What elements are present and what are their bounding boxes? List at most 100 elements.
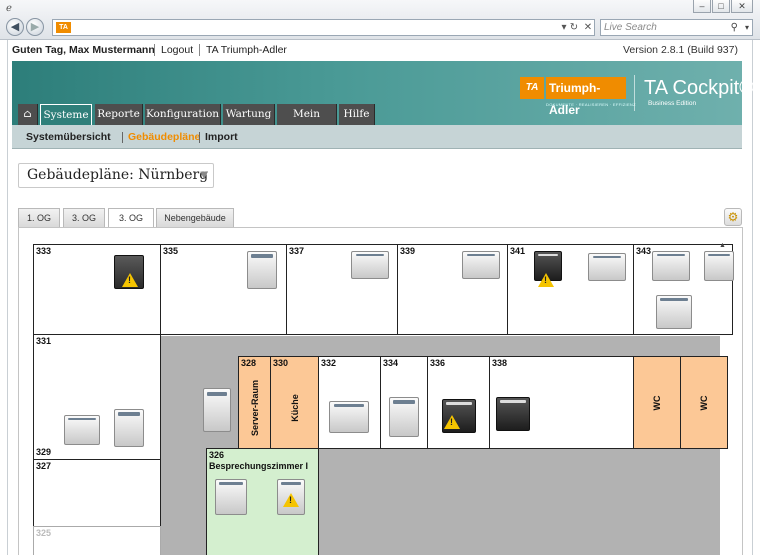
room-number: 327 (36, 461, 52, 471)
floor-tab-1og[interactable]: 1. OG (18, 208, 60, 227)
room-number-329: 329 (36, 447, 52, 457)
divider (122, 132, 123, 143)
room-number: 328 (241, 358, 257, 368)
browser-chrome: ℯ – □ ✕ ◀ ▶ TA ▾ ↻ ✕ Live Search ⚲ ▾ (0, 0, 760, 40)
logo-tagline: DOKUMENTE · REALISIEREN · EFFIZIENZ (546, 102, 636, 107)
room-number: 341 (510, 246, 526, 256)
printer-icon[interactable] (203, 388, 231, 432)
stop-icon[interactable]: ✕ (580, 19, 596, 36)
printer-icon[interactable] (462, 251, 500, 279)
room-number: 333 (36, 246, 52, 256)
room-number: 339 (400, 246, 416, 256)
printer-icon[interactable] (656, 295, 692, 329)
tab-konfiguration[interactable]: Konfiguration (145, 104, 221, 125)
room-332[interactable]: 332 (318, 356, 381, 449)
sub-nav: Systemübersicht Gebäudepläne Import (12, 125, 742, 149)
room-343[interactable]: 343 (633, 244, 734, 335)
logout-link[interactable]: Logout (161, 44, 193, 56)
room-number: 336 (430, 358, 446, 368)
close-window-button[interactable]: ✕ (731, 0, 753, 13)
warning-icon (283, 493, 299, 507)
ta-logo-badge: TA (520, 77, 544, 99)
subnav-gebaeudeplaene[interactable]: Gebäudepläne (128, 131, 200, 143)
floor-tab-3og-a[interactable]: 3. OG (63, 208, 105, 227)
room-number: 325 (36, 528, 52, 538)
divider (154, 44, 155, 56)
printer-icon[interactable] (496, 397, 530, 431)
product-edition: Business Edition (648, 100, 697, 107)
printer-icon[interactable] (652, 251, 690, 281)
divider (199, 132, 200, 143)
room-330[interactable]: 330 Küche (270, 356, 319, 449)
tab-hilfe[interactable]: Hilfe (339, 104, 375, 125)
room-331[interactable]: 331 329 (33, 334, 161, 460)
user-bar: Guten Tag, Max Mustermann Logout TA Triu… (12, 42, 742, 60)
room-number: 334 (383, 358, 399, 368)
search-dropdown-icon[interactable]: ▾ (745, 20, 749, 35)
floor-plan: 333 335 337 339 341 343 331 329 327 325 (18, 227, 743, 555)
plan-select[interactable]: Gebäudepläne: Nürnberg ▼ (18, 163, 214, 188)
room-number: 335 (163, 246, 179, 256)
printer-icon[interactable] (215, 479, 247, 515)
maximize-button[interactable]: □ (712, 0, 730, 13)
room-label: WC (652, 395, 662, 410)
room-336[interactable]: 336 (427, 356, 490, 449)
room-wc-1[interactable]: WC (633, 356, 681, 449)
room-number: 326 (209, 450, 225, 460)
room-325[interactable]: 325 (33, 526, 161, 555)
room-wc-2[interactable]: WC (680, 356, 728, 449)
room-326[interactable]: 326 Besprechungszimmer I (206, 448, 319, 555)
room-333[interactable]: 333 (33, 244, 161, 335)
room-label: WC (699, 395, 709, 410)
search-placeholder: Live Search (604, 22, 657, 33)
room-335[interactable]: 335 (160, 244, 287, 335)
scroll-up-icon[interactable]: ▲ (719, 242, 726, 249)
minimize-button[interactable]: – (693, 0, 711, 13)
tab-reporte[interactable]: Reporte (95, 104, 143, 125)
version-text: Version 2.8.1 (Build 937) (623, 44, 738, 56)
room-341[interactable]: 341 (507, 244, 634, 335)
room-334[interactable]: 334 (380, 356, 428, 449)
room-339[interactable]: 339 (397, 244, 508, 335)
tab-systeme[interactable]: Systeme (40, 104, 92, 125)
room-328[interactable]: 328 Server-Raum (238, 356, 271, 449)
printer-icon[interactable] (114, 409, 144, 447)
divider (199, 44, 200, 56)
room-338[interactable]: 338 (489, 356, 634, 449)
warning-icon (122, 273, 138, 287)
greeting: Guten Tag, Max Mustermann (12, 44, 155, 56)
printer-icon[interactable] (351, 251, 389, 279)
search-icon[interactable]: ⚲ (731, 20, 738, 35)
back-icon[interactable]: ◀ (6, 18, 24, 36)
company-link[interactable]: TA Triumph-Adler (206, 44, 287, 56)
subnav-import[interactable]: Import (205, 131, 238, 143)
floor-tab-nebengebaeude[interactable]: Nebengebäude (156, 208, 234, 227)
tab-wartung[interactable]: Wartung (223, 104, 275, 125)
room-number: 331 (36, 336, 52, 346)
address-bar[interactable]: TA (52, 19, 595, 36)
tab-mein-konto[interactable]: Mein Konto (277, 104, 337, 141)
ta-favicon-icon: TA (56, 22, 71, 33)
plan-select-value: Gebäudepläne: Nürnberg (27, 167, 209, 183)
room-number: 343 (636, 246, 652, 256)
home-icon: ⌂ (23, 108, 32, 120)
printer-icon[interactable] (329, 401, 369, 433)
printer-icon[interactable] (588, 253, 626, 281)
home-tab[interactable]: ⌂ (18, 104, 38, 125)
printer-icon[interactable] (64, 415, 100, 445)
live-search-input[interactable]: Live Search ⚲ ▾ (600, 19, 753, 36)
forward-icon[interactable]: ▶ (26, 18, 44, 36)
settings-gear-icon[interactable]: ⚙ (724, 208, 742, 226)
room-label: Server-Raum (249, 379, 260, 436)
room-number: 337 (289, 246, 305, 256)
ta-logo-name: Triumph-Adler (546, 77, 626, 117)
floor-tab-3og-b[interactable]: 3. OG (108, 208, 154, 228)
subnav-systemuebersicht[interactable]: Systemübersicht (26, 131, 111, 143)
printer-icon[interactable] (704, 251, 734, 281)
room-number: 332 (321, 358, 337, 368)
room-327[interactable]: 327 (33, 459, 161, 527)
printer-icon[interactable] (247, 251, 277, 289)
printer-icon[interactable] (389, 397, 419, 437)
room-number: 338 (492, 358, 508, 368)
room-337[interactable]: 337 (286, 244, 398, 335)
